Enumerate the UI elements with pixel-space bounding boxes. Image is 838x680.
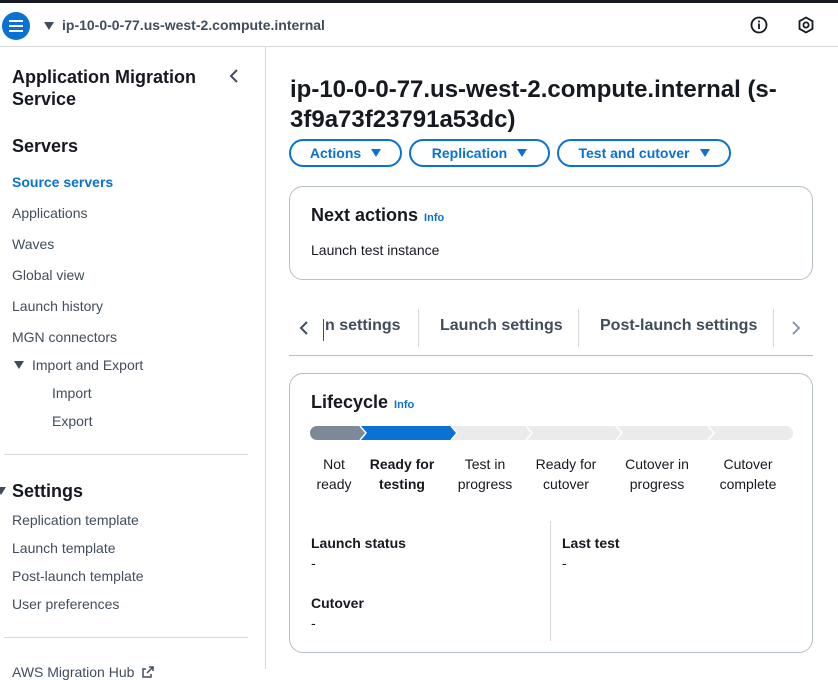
cutover-value: - — [311, 615, 316, 631]
column-divider — [550, 521, 551, 641]
next-actions-card: Next actions Info Launch test instance — [289, 186, 813, 280]
actions-button[interactable]: Actions — [289, 139, 402, 167]
divider — [4, 637, 248, 638]
replication-button[interactable]: Replication — [409, 139, 550, 167]
lifecycle-heading: Lifecycle Info — [311, 392, 414, 413]
step-cutover-in-progress: Cutover in progress — [625, 456, 689, 492]
caret-down-icon — [517, 149, 528, 157]
side-navigation: Application Migration Service Servers So… — [0, 47, 266, 680]
settings-icon[interactable] — [797, 16, 815, 39]
tab-partial-settings[interactable]: n settings — [325, 317, 401, 335]
next-actions-title: Next actions — [311, 205, 419, 225]
chevron-right-icon[interactable] — [791, 320, 801, 341]
info-icon[interactable] — [750, 16, 768, 39]
nav-import[interactable]: Import — [52, 385, 92, 401]
nav-user-preferences[interactable]: User preferences — [12, 596, 119, 612]
step-ready-for-cutover: Ready for cutover — [535, 456, 597, 492]
step-not-ready: Not ready — [316, 456, 352, 492]
tab-launch-settings[interactable]: Launch settings — [440, 317, 563, 335]
nav-launch-template[interactable]: Launch template — [12, 540, 116, 556]
tab-separator — [418, 309, 419, 347]
collapse-settings-icon[interactable] — [0, 487, 6, 495]
nav-source-servers[interactable]: Source servers — [12, 174, 113, 190]
launch-status-value: - — [311, 555, 316, 571]
divider — [4, 454, 248, 455]
caret-down-icon — [371, 149, 382, 157]
tab-post-launch-settings[interactable]: Post-launch settings — [600, 317, 757, 335]
host-title[interactable]: ip-10-0-0-77.us-west-2.compute.internal — [62, 17, 325, 33]
nav-post-launch-template[interactable]: Post-launch template — [12, 568, 144, 584]
tab-separator — [773, 309, 774, 347]
replication-button-label: Replication — [431, 145, 508, 161]
test-cutover-button[interactable]: Test and cutover — [557, 139, 731, 167]
info-link[interactable]: Info — [394, 399, 414, 411]
last-test-value: - — [562, 555, 567, 571]
lifecycle-card: Lifecycle Info Not ready Ready for testin… — [289, 373, 813, 653]
nav-global-view[interactable]: Global view — [12, 267, 84, 283]
next-actions-heading: Next actions Info — [311, 205, 444, 226]
menu-icon[interactable] — [2, 12, 30, 40]
top-navigation: ip-10-0-0-77.us-west-2.compute.internal — [0, 3, 838, 47]
nav-aws-migration-hub[interactable]: AWS Migration Hub — [12, 664, 155, 680]
actions-button-label: Actions — [309, 145, 362, 161]
main-content: ip-10-0-0-77.us-west-2.compute.internal … — [266, 47, 838, 669]
section-settings[interactable]: Settings — [12, 481, 83, 502]
expand-down-icon[interactable] — [14, 361, 24, 369]
next-action-text: Launch test instance — [311, 242, 440, 258]
nav-replication-template[interactable]: Replication template — [12, 512, 139, 528]
step-cutover-complete: Cutover complete — [719, 456, 777, 492]
nav-export[interactable]: Export — [52, 413, 92, 429]
nav-aws-migration-hub-label: AWS Migration Hub — [12, 664, 135, 680]
launch-status-label: Launch status — [311, 535, 406, 551]
page-title: ip-10-0-0-77.us-west-2.compute.internal … — [290, 76, 777, 133]
nav-launch-history[interactable]: Launch history — [12, 298, 103, 314]
progress-step-not-ready — [310, 426, 366, 440]
last-test-label: Last test — [562, 535, 620, 551]
nav-import-export[interactable]: Import and Export — [32, 357, 143, 373]
nav-mgn-connectors[interactable]: MGN connectors — [12, 329, 117, 345]
cutover-label: Cutover — [311, 595, 364, 611]
lifecycle-progress-bar — [310, 426, 793, 440]
scroll-edge — [323, 319, 324, 341]
external-link-icon — [142, 666, 155, 678]
test-cutover-button-label: Test and cutover — [578, 145, 690, 161]
nav-waves[interactable]: Waves — [12, 236, 54, 252]
chevron-left-icon[interactable] — [299, 320, 309, 341]
nav-applications[interactable]: Applications — [12, 205, 88, 221]
caret-down-icon — [699, 149, 710, 157]
caret-down-icon[interactable] — [44, 22, 54, 30]
settings-tabs: n settings Launch settings Post-launch s… — [289, 309, 813, 356]
info-link[interactable]: Info — [424, 212, 444, 224]
step-test-in-progress: Test in progress — [457, 456, 513, 492]
service-title[interactable]: Application Migration Service — [12, 66, 212, 110]
tab-separator — [578, 309, 579, 347]
progress-step-ready-for-testing — [360, 426, 457, 440]
chevron-left-icon[interactable] — [228, 68, 240, 89]
lifecycle-title: Lifecycle — [311, 392, 389, 412]
section-servers: Servers — [12, 136, 79, 156]
step-ready-for-testing: Ready for testing — [369, 456, 435, 492]
